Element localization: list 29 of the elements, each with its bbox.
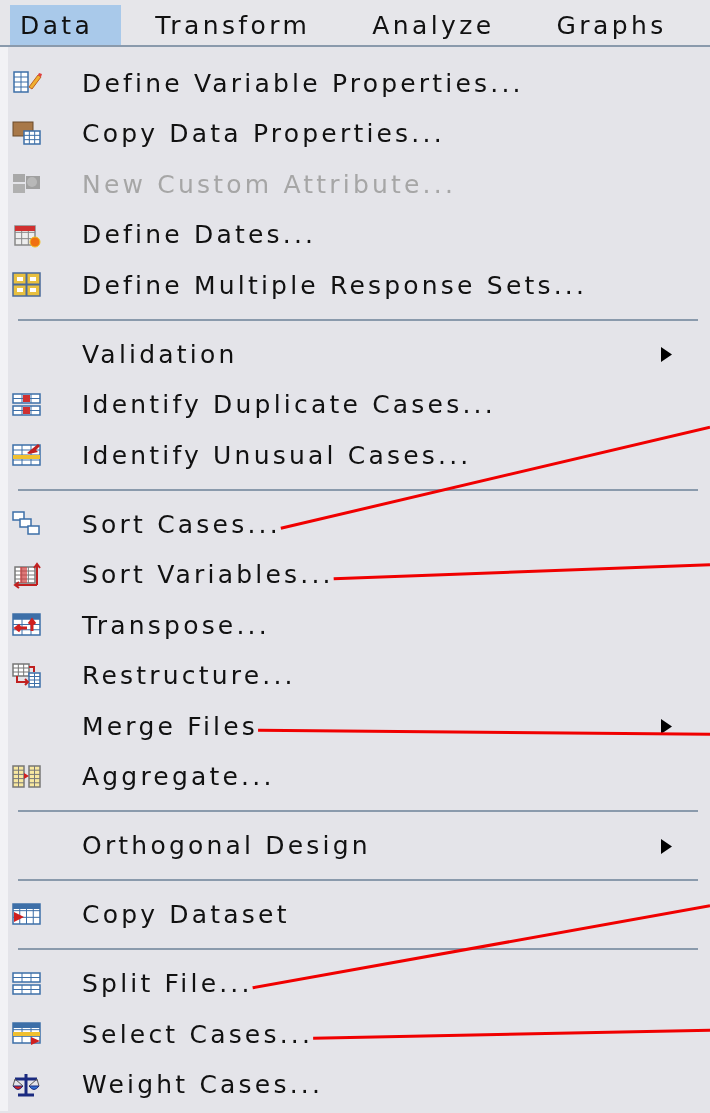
menu-item[interactable]: Identify Unusual Cases... <box>8 430 710 481</box>
menu-item[interactable]: Merge Files <box>8 701 710 752</box>
menu-item[interactable]: Identify Duplicate Cases... <box>8 379 710 430</box>
menu-item[interactable]: Validation <box>8 329 710 380</box>
grid-icon <box>12 271 42 300</box>
menu-item[interactable]: Copy Dataset <box>8 889 710 940</box>
menu-item[interactable]: Transpose... <box>8 600 710 651</box>
menu-item[interactable]: Weight Cases... <box>8 1059 710 1110</box>
menu-bar-item[interactable]: Transform <box>145 5 339 45</box>
menu-bar-item[interactable]: Data <box>10 5 122 45</box>
menu-item[interactable]: Sort Variables... <box>8 549 710 600</box>
menu-item[interactable]: Restructure... <box>8 650 710 701</box>
table-icon <box>12 390 42 419</box>
table-copy-icon <box>12 119 42 148</box>
menu-item[interactable]: Copy Data Properties... <box>8 108 710 159</box>
menu-item[interactable]: Define Multiple Response Sets... <box>8 260 710 311</box>
table-arrows-icon <box>12 560 42 589</box>
menu-bar-item[interactable]: Graphs <box>546 5 695 45</box>
menu-item[interactable]: Orthogonal Design <box>8 820 710 871</box>
menu-item[interactable]: Split File... <box>8 958 710 1009</box>
table-icon <box>12 969 42 998</box>
menu-item[interactable]: Define Dates... <box>8 209 710 260</box>
menu-bar-item[interactable]: Analyze <box>362 5 523 45</box>
menu-item[interactable]: Sort Cases... <box>8 499 710 550</box>
menu-item[interactable]: Define Variable Properties... <box>8 58 710 109</box>
menu-item[interactable]: Select Cases... <box>8 1009 710 1060</box>
menu-item[interactable]: Aggregate... <box>8 751 710 802</box>
tables-icon <box>12 762 42 791</box>
tables-arrows-icon <box>12 661 42 690</box>
